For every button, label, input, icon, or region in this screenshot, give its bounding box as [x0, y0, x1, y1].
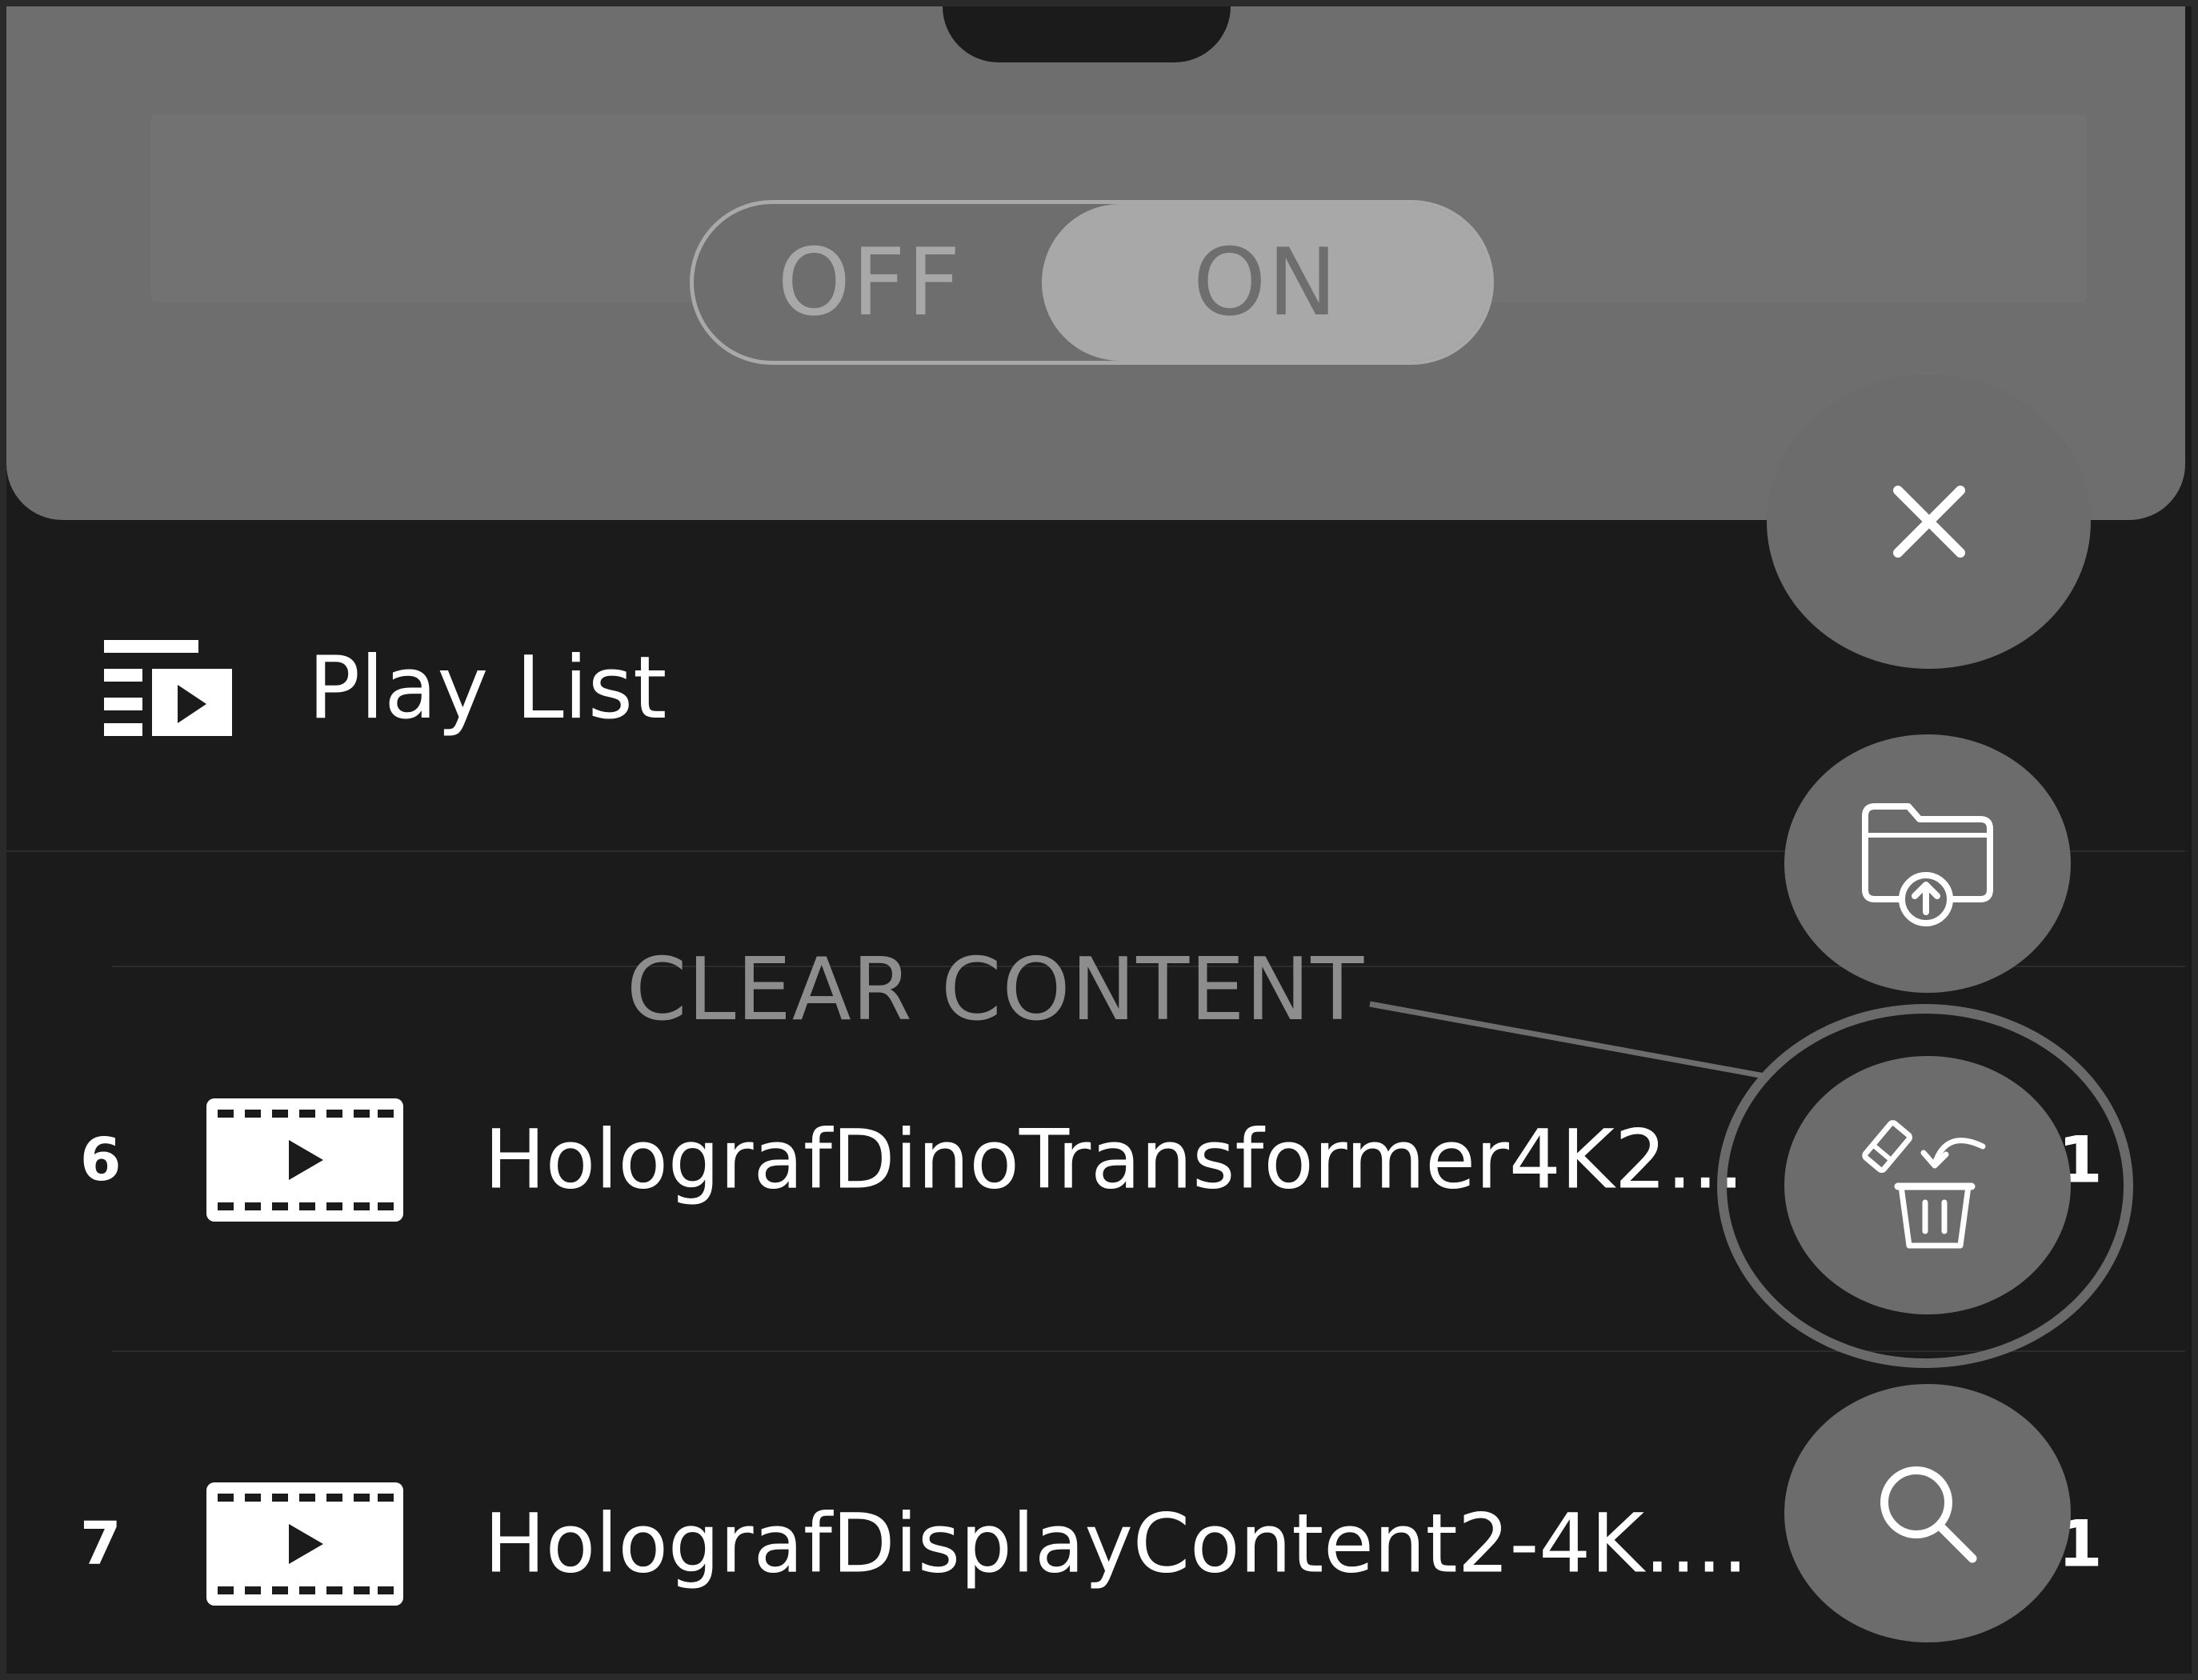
search-button[interactable] — [1784, 1384, 2071, 1642]
close-icon — [1892, 486, 1965, 558]
close-button[interactable] — [1767, 374, 2091, 669]
clear-content-icon — [1862, 1119, 1986, 1248]
search-icon — [1880, 1466, 1977, 1562]
upload-button[interactable] — [1784, 734, 2071, 993]
clear-content-button[interactable] — [1784, 1056, 2071, 1314]
folder-upload-icon — [1862, 802, 1993, 926]
